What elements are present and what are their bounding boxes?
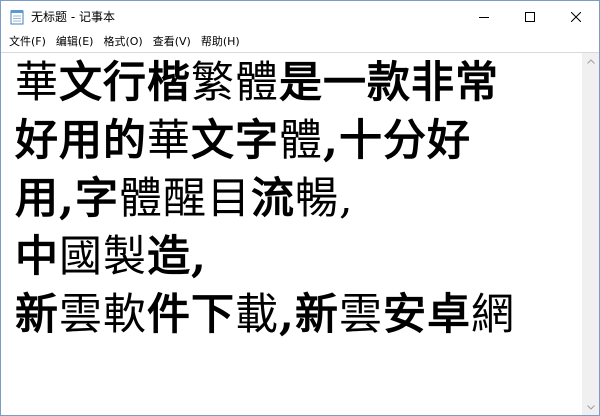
text-run: 文字	[191, 116, 279, 166]
scroll-down-button[interactable]	[582, 399, 599, 415]
text-run: 流	[250, 174, 295, 224]
text-run: 載	[235, 290, 279, 340]
menu-help[interactable]: 帮助(H)	[196, 32, 245, 52]
text-run: 繁體	[191, 58, 279, 108]
close-icon	[571, 11, 581, 22]
text-run: ,新	[279, 290, 339, 340]
scroll-up-button[interactable]	[582, 53, 599, 70]
text-run: 好用的	[15, 116, 147, 166]
text-run: 安卓	[382, 290, 471, 340]
text-run: 網	[470, 290, 515, 340]
text-line-5: 新雲軟件下載,新雲安卓網	[15, 287, 515, 343]
maximize-button[interactable]	[507, 1, 553, 32]
title-bar[interactable]: 无标题 - 记事本	[1, 1, 599, 32]
text-run: 華	[15, 58, 59, 108]
menu-bar: 文件(F) 编辑(E) 格式(O) 查看(V) 帮助(H)	[1, 32, 599, 52]
maximize-icon	[525, 11, 535, 22]
text-run: 新	[15, 290, 59, 340]
text-editor[interactable]: 華文行楷繁體是一款非常 好用的華文字體,十分好 用,字體醒目流暢, 中國製造, …	[1, 53, 581, 415]
notepad-icon	[10, 9, 24, 25]
menu-file[interactable]: 文件(F)	[4, 32, 51, 52]
close-button[interactable]	[553, 1, 599, 32]
minimize-button[interactable]	[461, 1, 507, 32]
text-run: 件下	[147, 290, 235, 340]
text-line-3: 用,字體醒目流暢,	[15, 171, 354, 227]
text-run: 造,	[147, 232, 207, 282]
text-run: 中	[15, 232, 59, 282]
editor-area: 華文行楷繁體是一款非常 好用的華文字體,十分好 用,字體醒目流暢, 中國製造, …	[1, 52, 599, 415]
vertical-scrollbar[interactable]	[582, 53, 599, 415]
text-run: 雲	[338, 290, 383, 340]
text-line-2: 好用的華文字體,十分好	[15, 113, 471, 169]
text-run: 體醒目	[118, 174, 251, 224]
text-run: 華	[147, 116, 191, 166]
text-run: 體	[279, 116, 323, 166]
caption-buttons	[461, 1, 599, 32]
text-run: 是一款非常	[279, 58, 499, 108]
notepad-window: 无标题 - 记事本 文件(F) 编辑(E) 格式(O) 查看(V) 帮助(H) …	[0, 0, 600, 416]
window-title: 无标题 - 记事本	[31, 10, 115, 24]
text-line-1: 華文行楷繁體是一款非常	[15, 55, 499, 111]
text-run: 暢,	[294, 174, 354, 224]
text-run: 雲軟	[59, 290, 147, 340]
text-run: ,十分好	[323, 116, 471, 166]
text-run: 用,字	[15, 174, 119, 224]
minimize-icon	[479, 16, 489, 18]
text-line-4: 中國製造,	[15, 229, 207, 285]
menu-edit[interactable]: 编辑(E)	[51, 32, 99, 52]
menu-view[interactable]: 查看(V)	[148, 32, 196, 52]
text-run: 文行楷	[59, 58, 191, 108]
chevron-down-icon	[586, 405, 595, 410]
text-run: 國製	[59, 232, 147, 282]
chevron-up-icon	[586, 59, 595, 64]
menu-format[interactable]: 格式(O)	[98, 32, 147, 52]
